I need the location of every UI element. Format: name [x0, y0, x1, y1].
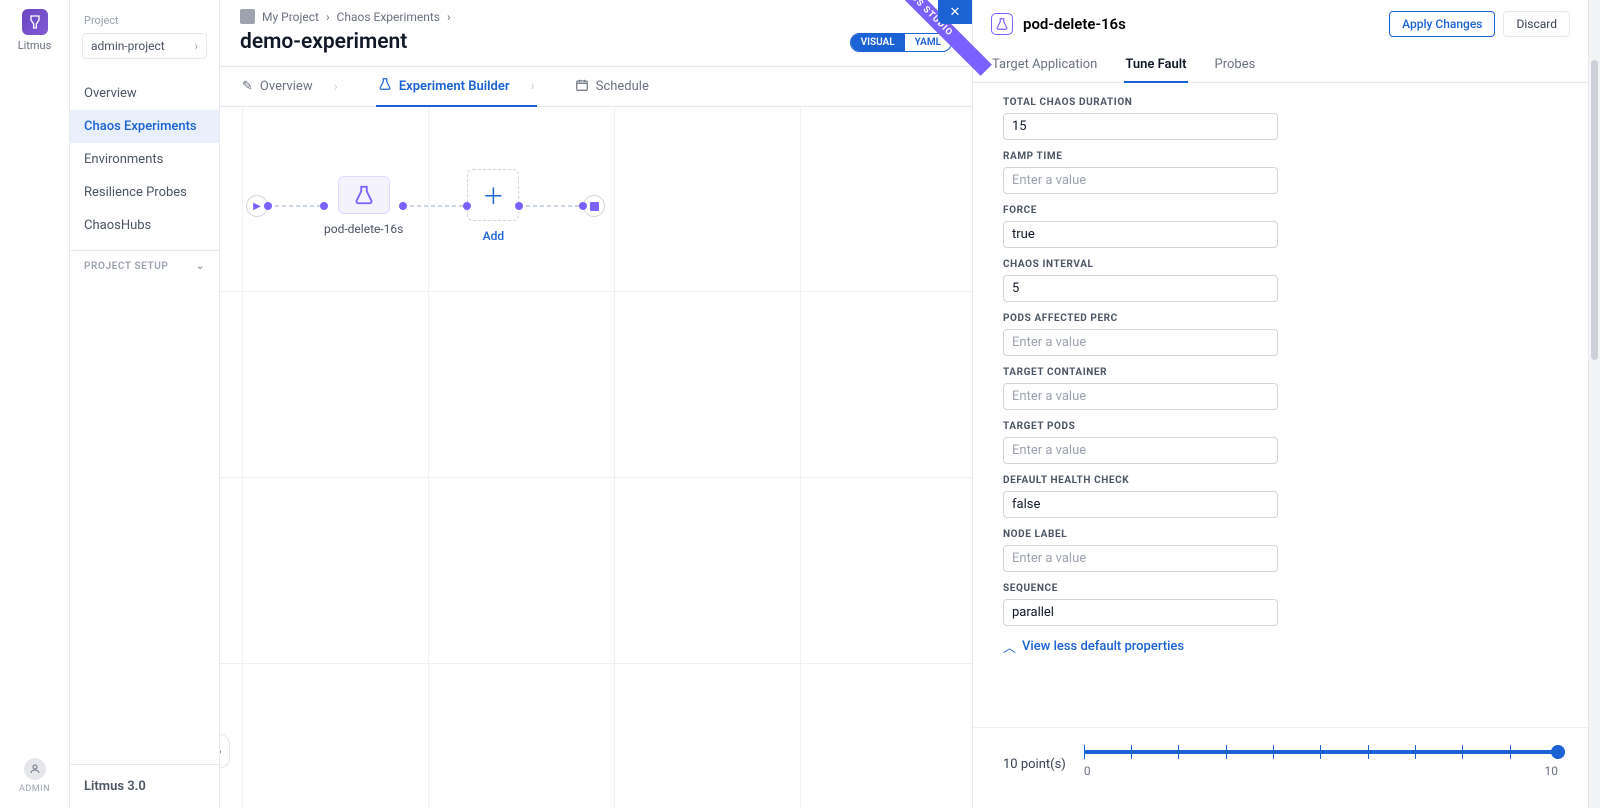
field-input[interactable] — [1003, 221, 1278, 248]
fault-drawer: pod-delete-16s Apply Changes Discard Tar… — [972, 0, 1588, 808]
slider-max: 10 — [1545, 764, 1559, 778]
slider-value-label: 10 point(s) — [1003, 757, 1066, 772]
page-title: demo-experiment — [240, 30, 407, 54]
chevron-right-icon: › — [531, 78, 535, 94]
sidebar-item-environments[interactable]: Environments — [70, 143, 219, 176]
view-less-toggle[interactable]: ︿ View less default properties — [1003, 637, 1558, 656]
apply-changes-button[interactable]: Apply Changes — [1389, 11, 1495, 37]
field-input[interactable] — [1003, 275, 1278, 302]
chevron-right-icon: › — [326, 10, 330, 24]
sidebar-item-chaos-experiments[interactable]: Chaos Experiments — [70, 110, 219, 143]
breadcrumb-home[interactable]: My Project — [262, 10, 319, 24]
main-tabs: ✎ Overview › Experiment Builder › Schedu… — [220, 66, 972, 107]
drawer-body: TOTAL CHAOS DURATION RAMP TIME FORCE CHAOS … — [973, 83, 1588, 727]
scrollbar-thumb[interactable] — [1591, 60, 1598, 360]
slider-track[interactable]: 0 10 — [1084, 750, 1558, 778]
field-label: SEQUENCE — [1003, 583, 1558, 594]
flow-edge — [519, 205, 583, 207]
field-input[interactable] — [1003, 545, 1278, 572]
sidebar-item-overview[interactable]: Overview — [70, 77, 219, 110]
field-input[interactable] — [1003, 167, 1278, 194]
field-row: CHAOS INTERVAL — [1003, 259, 1558, 302]
fault-icon — [991, 13, 1013, 35]
field-label: NODE LABEL — [1003, 529, 1558, 540]
calendar-icon — [575, 78, 589, 96]
field-row: SEQUENCE — [1003, 583, 1558, 626]
flow-edge — [268, 205, 324, 207]
flow-add-node[interactable]: ＋ — [467, 169, 519, 221]
field-row: FORCE — [1003, 205, 1558, 248]
sidebar-item-chaoshubs[interactable]: ChaosHubs — [70, 209, 219, 242]
vertical-scrollbar[interactable] — [1588, 0, 1600, 808]
field-row: TOTAL CHAOS DURATION — [1003, 97, 1558, 140]
breadcrumb: My Project › Chaos Experiments › — [220, 0, 972, 28]
sidebar-reveal-button[interactable]: › — [220, 734, 230, 768]
field-label: CHAOS INTERVAL — [1003, 259, 1558, 270]
toggle-visual[interactable]: VISUAL — [851, 34, 905, 51]
field-row: DEFAULT HEALTH CHECK — [1003, 475, 1558, 518]
drawer-tab-tune-fault[interactable]: Tune Fault — [1124, 48, 1187, 83]
field-label: DEFAULT HEALTH CHECK — [1003, 475, 1558, 486]
sidebar-item-resilience-probes[interactable]: Resilience Probes — [70, 176, 219, 209]
field-label: TARGET CONTAINER — [1003, 367, 1558, 378]
view-mode-toggle[interactable]: VISUAL YAML — [850, 33, 952, 52]
sidebar-section-label: Project — [70, 14, 219, 27]
field-row: PODS AFFECTED PERC — [1003, 313, 1558, 356]
field-label: PODS AFFECTED PERC — [1003, 313, 1558, 324]
field-label: RAMP TIME — [1003, 151, 1558, 162]
field-label: TOTAL CHAOS DURATION — [1003, 97, 1558, 108]
sidebar: Project admin-project › Overview Chaos E… — [70, 0, 220, 808]
slider-thumb[interactable] — [1551, 745, 1565, 759]
flow-add-label: Add — [483, 229, 504, 243]
field-input[interactable] — [1003, 113, 1278, 140]
fault-weight-slider: 10 point(s) 0 10 — [973, 727, 1588, 808]
sidebar-version: Litmus 3.0 — [70, 764, 219, 808]
tab-schedule[interactable]: Schedule — [573, 67, 651, 106]
brand-label: Litmus — [18, 39, 52, 52]
flow-edge — [403, 205, 467, 207]
field-input[interactable] — [1003, 329, 1278, 356]
field-row: TARGET PODS — [1003, 421, 1558, 464]
field-input[interactable] — [1003, 599, 1278, 626]
sidebar-setup-section[interactable]: PROJECT SETUP ⌄ — [70, 250, 219, 280]
breadcrumb-parent[interactable]: Chaos Experiments — [337, 10, 440, 24]
chevron-up-icon: ︿ — [1003, 637, 1016, 656]
field-label: TARGET PODS — [1003, 421, 1558, 432]
close-drawer-button[interactable]: ✕ — [938, 0, 972, 24]
app-rail: Litmus ADMIN — [0, 0, 70, 808]
field-label: FORCE — [1003, 205, 1558, 216]
project-name: admin-project — [91, 39, 165, 53]
main-area: CHAOS STUDIO ✕ My Project › Chaos Experi… — [220, 0, 972, 808]
drawer-title: pod-delete-16s — [1023, 15, 1126, 33]
drawer-tab-target-application[interactable]: Target Application — [991, 48, 1098, 82]
chevron-right-icon: › — [447, 10, 451, 24]
user-avatar[interactable] — [24, 758, 46, 780]
flask-icon — [378, 77, 392, 95]
project-selector[interactable]: admin-project › — [82, 33, 207, 59]
field-input[interactable] — [1003, 383, 1278, 410]
field-input[interactable] — [1003, 437, 1278, 464]
field-row: NODE LABEL — [1003, 529, 1558, 572]
field-row: RAMP TIME — [1003, 151, 1558, 194]
field-row: TARGET CONTAINER — [1003, 367, 1558, 410]
discard-button[interactable]: Discard — [1503, 11, 1570, 37]
flow-node-label: pod-delete-16s — [324, 222, 403, 236]
tab-overview[interactable]: ✎ Overview › — [240, 67, 340, 106]
flow-fault-node[interactable] — [338, 176, 390, 214]
field-input[interactable] — [1003, 491, 1278, 518]
project-icon — [240, 9, 255, 24]
chevron-down-icon: ⌄ — [196, 261, 205, 272]
slider-min: 0 — [1084, 764, 1091, 778]
tab-experiment-builder[interactable]: Experiment Builder › — [376, 67, 537, 107]
brand-logo — [22, 9, 48, 35]
chevron-right-icon: › — [194, 39, 198, 53]
drawer-tab-probes[interactable]: Probes — [1214, 48, 1257, 82]
user-role-label: ADMIN — [19, 784, 50, 794]
experiment-canvas[interactable]: ▶ pod-delete-16s ＋ Add › — [220, 107, 972, 808]
chevron-right-icon: › — [334, 79, 338, 95]
pencil-icon: ✎ — [242, 79, 253, 94]
